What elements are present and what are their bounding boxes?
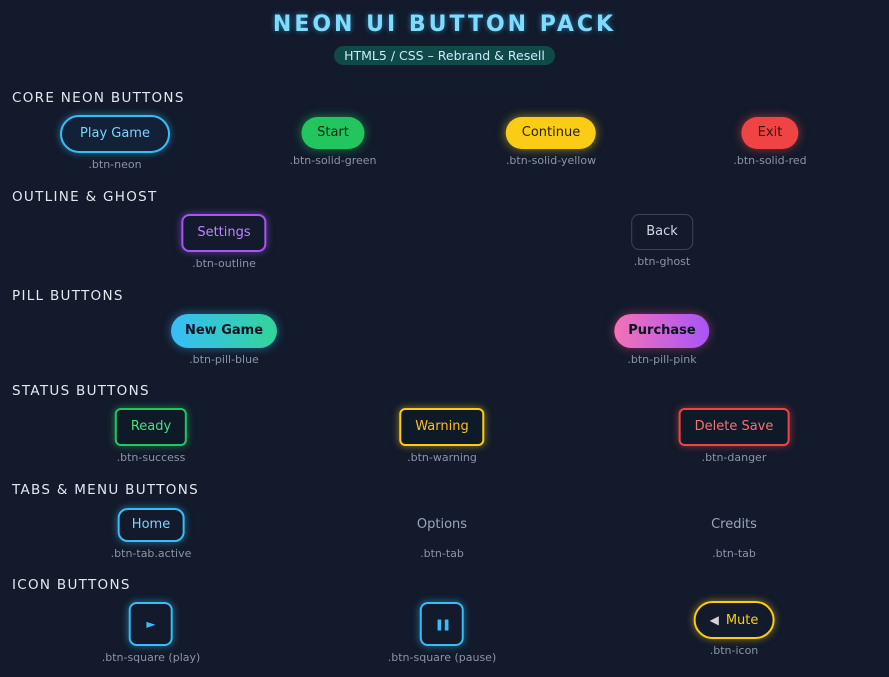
item-start: Start .btn-solid-green (289, 117, 377, 167)
item-new-game: New Game .btn-pill-blue (170, 314, 278, 366)
section-title-outline: OUTLINE & GHOST (12, 189, 158, 205)
caption-btn-tab-options: .btn-tab (420, 547, 464, 560)
pause-square-button[interactable]: ❚❚ (419, 602, 464, 646)
caption-btn-solid-green: .btn-solid-green (289, 154, 377, 167)
back-button[interactable]: Back (631, 214, 693, 250)
section-title-pill: PILL BUTTONS (12, 288, 124, 304)
section-title-tabs: TABS & MENU BUTTONS (12, 482, 199, 498)
caption-btn-square-play: .btn-square (play) (101, 651, 201, 664)
item-mute: ◀ Mute .btn-icon (693, 601, 775, 657)
item-settings: Settings .btn-outline (181, 214, 267, 270)
item-purchase: Purchase .btn-pill-pink (614, 314, 710, 366)
caption-btn-tab-active: .btn-tab.active (110, 547, 192, 560)
caption-btn-neon: .btn-neon (88, 158, 142, 171)
ready-button[interactable]: Ready (114, 408, 188, 446)
subtitle-badge: HTML5 / CSS – Rebrand & Resell (334, 46, 555, 65)
continue-button[interactable]: Continue (505, 117, 597, 149)
item-play-game: Play Game .btn-neon (60, 115, 170, 171)
mute-label: Mute (725, 613, 759, 628)
section-title-status: STATUS BUTTONS (12, 383, 150, 399)
item-options-tab: Options .btn-tab (409, 508, 475, 560)
caption-btn-ghost: .btn-ghost (633, 255, 691, 268)
tab-options[interactable]: Options (409, 508, 475, 542)
item-exit: Exit .btn-solid-red (733, 117, 807, 167)
caption-btn-pill-blue: .btn-pill-blue (189, 353, 259, 366)
caption-btn-success: .btn-success (116, 451, 186, 464)
new-game-button[interactable]: New Game (170, 314, 278, 348)
caption-btn-pill-pink: .btn-pill-pink (627, 353, 697, 366)
item-credits-tab: Credits .btn-tab (703, 508, 765, 560)
item-home-tab: Home .btn-tab.active (110, 508, 192, 560)
settings-button[interactable]: Settings (181, 214, 267, 252)
item-back: Back .btn-ghost (631, 214, 693, 268)
section-title-core: CORE NEON BUTTONS (12, 90, 185, 106)
purchase-button[interactable]: Purchase (614, 314, 710, 348)
item-delete-save: Delete Save .btn-danger (678, 408, 790, 464)
caption-btn-outline: .btn-outline (192, 257, 256, 270)
speaker-icon: ◀ (709, 613, 719, 627)
play-square-button[interactable]: ► (128, 602, 173, 646)
caption-btn-tab-credits: .btn-tab (712, 547, 756, 560)
tab-credits[interactable]: Credits (703, 508, 765, 542)
pause-icon: ❚❚ (434, 618, 452, 631)
caption-btn-danger: .btn-danger (701, 451, 767, 464)
caption-btn-solid-red: .btn-solid-red (733, 154, 807, 167)
play-icon: ► (146, 617, 156, 631)
warning-button[interactable]: Warning (399, 408, 485, 446)
caption-btn-square-pause: .btn-square (pause) (387, 651, 497, 664)
item-pause-square: ❚❚ .btn-square (pause) (388, 602, 496, 664)
caption-btn-solid-yellow: .btn-solid-yellow (505, 154, 597, 167)
item-warning: Warning .btn-warning (399, 408, 485, 464)
caption-btn-warning: .btn-warning (407, 451, 477, 464)
delete-save-button[interactable]: Delete Save (678, 408, 790, 446)
tab-home[interactable]: Home (117, 508, 185, 542)
play-game-button[interactable]: Play Game (60, 115, 170, 153)
section-title-icons: ICON BUTTONS (12, 577, 131, 593)
item-continue: Continue .btn-solid-yellow (505, 117, 597, 167)
page-title: NEON UI BUTTON PACK (272, 12, 617, 37)
caption-btn-icon: .btn-icon (709, 644, 759, 657)
start-button[interactable]: Start (301, 117, 365, 149)
item-ready: Ready .btn-success (114, 408, 188, 464)
mute-button[interactable]: ◀ Mute (693, 601, 775, 639)
exit-button[interactable]: Exit (741, 117, 799, 149)
item-play-square: ► .btn-square (play) (101, 602, 201, 664)
